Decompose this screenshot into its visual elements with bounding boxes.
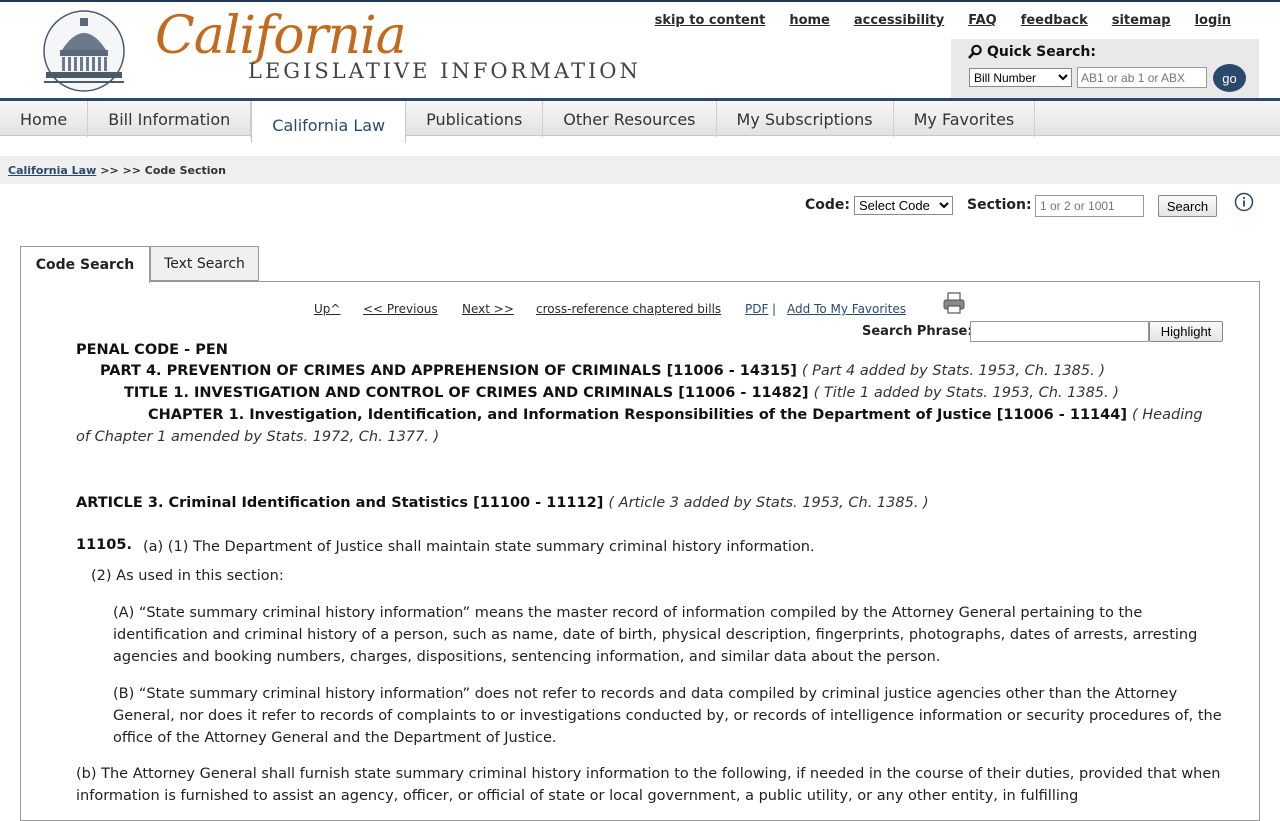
accessibility-link[interactable]: accessibility bbox=[854, 13, 944, 28]
login-link[interactable]: login bbox=[1195, 13, 1231, 28]
nav-tab-my-subscriptions[interactable]: My Subscriptions bbox=[717, 101, 894, 137]
home-link[interactable]: home bbox=[789, 13, 830, 28]
nav-tab-publications[interactable]: Publications bbox=[406, 101, 544, 137]
site-header: California LEGISLATIVE INFORMATION skip … bbox=[0, 2, 1280, 98]
info-icon[interactable] bbox=[1234, 192, 1254, 212]
section-input[interactable] bbox=[1035, 195, 1144, 217]
subsection-a2: (2) As used in this section: bbox=[91, 568, 284, 584]
logo-subtitle[interactable]: LEGISLATIVE INFORMATION bbox=[248, 59, 641, 83]
nav-tab-home[interactable]: Home bbox=[0, 101, 89, 137]
article-heading-text: ARTICLE 3. Criminal Identification and S… bbox=[76, 495, 604, 511]
chapter-heading-text: CHAPTER 1. Investigation, Identification… bbox=[148, 407, 1127, 423]
title-history-note: ( Title 1 added by Stats. 1953, Ch. 1385… bbox=[813, 385, 1119, 401]
tab-code-search[interactable]: Code Search bbox=[20, 246, 150, 283]
title-heading-text: TITLE 1. INVESTIGATION AND CONTROL OF CR… bbox=[124, 385, 809, 401]
logo-script-text[interactable]: California bbox=[155, 6, 407, 66]
section-toolbar: Up^ << Previous Next >> cross-reference … bbox=[0, 302, 1280, 320]
quick-search-input[interactable] bbox=[1077, 67, 1207, 88]
chapter-history-note: ( Heading bbox=[1132, 407, 1203, 423]
nav-tab-my-favorites[interactable]: My Favorites bbox=[894, 101, 1036, 137]
utility-links: skip to content home accessibility FAQ f… bbox=[655, 13, 1231, 28]
part-heading: PART 4. PREVENTION OF CRIMES AND APPREHE… bbox=[100, 363, 1105, 379]
pdf-link[interactable]: PDF bbox=[745, 302, 768, 316]
cross-reference-link[interactable]: cross-reference chaptered bills bbox=[536, 302, 721, 316]
code-heading: PENAL CODE - PEN bbox=[76, 342, 228, 358]
part-heading-text: PART 4. PREVENTION OF CRIMES AND APPREHE… bbox=[100, 363, 797, 379]
breadcrumb-rest: >> >> Code Section bbox=[100, 163, 226, 177]
code-search-row: Code: Select Code Section: Search bbox=[0, 192, 1280, 217]
highlight-button[interactable]: Highlight bbox=[1149, 321, 1223, 342]
chapter-history-note-cont: of Chapter 1 amended by Stats. 1972, Ch.… bbox=[76, 429, 440, 445]
search-phrase-input[interactable] bbox=[970, 321, 1149, 342]
code-label: Code: bbox=[805, 197, 851, 213]
sitemap-link[interactable]: sitemap bbox=[1112, 13, 1171, 28]
quick-search-title: Quick Search: bbox=[967, 44, 1096, 60]
capitol-seal-logo[interactable] bbox=[40, 10, 128, 92]
skip-to-content-link[interactable]: skip to content bbox=[655, 13, 766, 28]
quick-search-box: Quick Search: Bill Number go bbox=[951, 39, 1259, 98]
subsection-B: (B) “State summary criminal history info… bbox=[113, 686, 1222, 746]
tab-text-search[interactable]: Text Search bbox=[150, 246, 259, 281]
feedback-link[interactable]: feedback bbox=[1021, 13, 1088, 28]
subsection-a1: (a) (1) The Department of Justice shall … bbox=[143, 539, 815, 555]
nav-tab-california-law[interactable]: California Law bbox=[251, 101, 407, 143]
next-link[interactable]: Next >> bbox=[462, 302, 514, 316]
subsection-A: (A) “State summary criminal history info… bbox=[113, 605, 1198, 665]
subsection-b: (b) The Attorney General shall furnish s… bbox=[76, 766, 1221, 804]
section-number: 11105. bbox=[76, 537, 132, 553]
main-nav: Home Bill Information California Law Pub… bbox=[0, 98, 1280, 143]
printer-icon[interactable] bbox=[942, 292, 966, 314]
nav-tab-bill-information[interactable]: Bill Information bbox=[88, 101, 252, 137]
quick-search-go-button[interactable]: go bbox=[1213, 64, 1246, 92]
magnifier-icon bbox=[968, 44, 982, 59]
title-heading: TITLE 1. INVESTIGATION AND CONTROL OF CR… bbox=[124, 385, 1119, 401]
toolbar-separator: | bbox=[772, 302, 777, 316]
quick-search-label: Quick Search: bbox=[987, 44, 1096, 60]
search-phrase-label: Search Phrase: bbox=[862, 324, 973, 339]
code-search-button[interactable]: Search bbox=[1158, 195, 1217, 217]
breadcrumb: California Law >> >> Code Section bbox=[0, 156, 1280, 184]
quick-search-type-select[interactable]: Bill Number bbox=[969, 68, 1072, 87]
code-select[interactable]: Select Code bbox=[854, 196, 953, 215]
chapter-heading: CHAPTER 1. Investigation, Identification… bbox=[148, 407, 1203, 423]
add-to-favorites-link[interactable]: Add To My Favorites bbox=[787, 302, 906, 316]
article-history-note: ( Article 3 added by Stats. 1953, Ch. 13… bbox=[608, 495, 929, 511]
faq-link[interactable]: FAQ bbox=[968, 13, 997, 28]
part-history-note: ( Part 4 added by Stats. 1953, Ch. 1385.… bbox=[801, 363, 1105, 379]
breadcrumb-california-law-link[interactable]: California Law bbox=[8, 164, 96, 177]
section-label: Section: bbox=[967, 197, 1032, 213]
article-heading: ARTICLE 3. Criminal Identification and S… bbox=[76, 495, 929, 511]
previous-link[interactable]: << Previous bbox=[363, 302, 438, 316]
up-link[interactable]: Up^ bbox=[314, 302, 340, 316]
nav-tab-other-resources[interactable]: Other Resources bbox=[543, 101, 717, 137]
